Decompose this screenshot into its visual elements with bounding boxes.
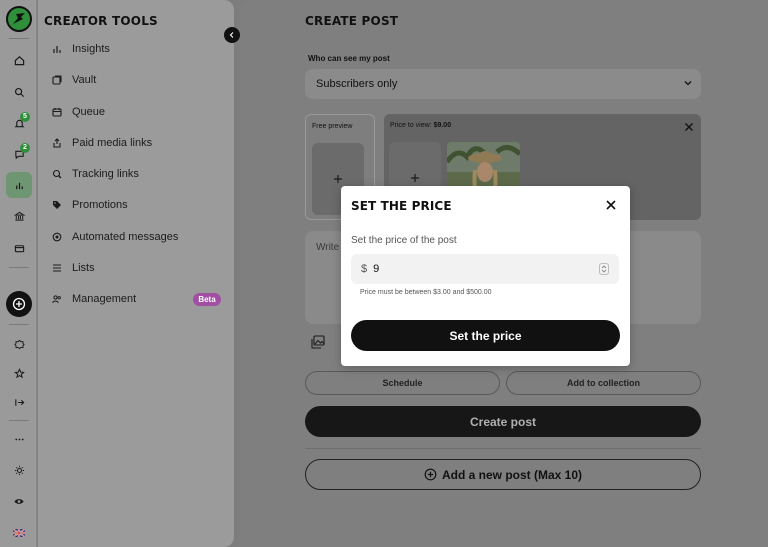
menu-item-label: Lists (72, 262, 95, 274)
menu-item-vault[interactable]: Vault (51, 70, 96, 90)
menu-item-paid-media-links[interactable]: Paid media links (51, 133, 152, 153)
messages-badge: 2 (20, 143, 30, 153)
stepper-icon[interactable] (599, 263, 609, 275)
eye-icon[interactable] (9, 491, 29, 511)
more-icon[interactable] (9, 429, 29, 449)
share-icon (51, 137, 63, 149)
page-title: CREATE POST (305, 14, 399, 28)
creator-tools-panel: CREATOR TOOLS Insights Vault Queue Paid … (38, 0, 234, 547)
beta-badge: Beta (193, 293, 221, 306)
tag-icon (51, 199, 63, 211)
tracking-link-icon (51, 168, 63, 180)
price-hint: Price must be between $3.00 and $500.00 (360, 289, 492, 296)
rail-divider (9, 38, 29, 39)
audience-label: Who can see my post (308, 54, 390, 63)
card-icon[interactable] (9, 238, 29, 258)
rail-divider (9, 324, 29, 325)
menu-item-automated-messages[interactable]: Automated messages (51, 227, 178, 247)
plus-icon (411, 174, 419, 182)
plus-icon (334, 175, 342, 183)
price-input[interactable]: $ 9 (351, 254, 619, 284)
nav-rail: 5 2 (0, 0, 37, 547)
close-icon[interactable] (684, 122, 694, 132)
menu-item-label: Insights (72, 43, 110, 55)
chevron-left-icon (229, 32, 234, 38)
divider (305, 448, 701, 449)
menu-item-label: Tracking links (72, 168, 139, 180)
price-input-value: 9 (373, 263, 380, 275)
menu-item-label: Paid media links (72, 137, 153, 149)
price-to-view: Price to view: $9.00 (390, 122, 451, 129)
panel-title: CREATOR TOOLS (44, 14, 158, 28)
audience-select[interactable]: Subscribers only (305, 69, 701, 99)
home-icon[interactable] (9, 50, 29, 70)
free-preview-label: Free preview (312, 123, 353, 130)
team-icon (51, 293, 63, 305)
menu-item-management[interactable]: Management (51, 289, 136, 309)
logout-icon[interactable] (9, 392, 29, 412)
rail-divider (9, 267, 29, 268)
menu-item-tracking-links[interactable]: Tracking links (51, 164, 139, 184)
menu-item-label: Automated messages (72, 231, 179, 243)
menu-item-label: Vault (72, 74, 97, 86)
menu-item-promotions[interactable]: Promotions (51, 195, 128, 215)
add-new-icon[interactable] (6, 291, 32, 317)
menu-item-label: Queue (72, 106, 106, 118)
currency-symbol: $ (361, 263, 368, 275)
add-new-post-label: Add a new post (Max 10) (441, 467, 583, 482)
creator-tools-icon[interactable] (6, 172, 32, 198)
menu-item-lists[interactable]: Lists (51, 258, 95, 278)
modal-title: SET THE PRICE (351, 199, 452, 213)
collapse-panel-button[interactable] (224, 27, 240, 43)
post-text-placeholder: Write (316, 242, 340, 253)
add-to-collection-button[interactable]: Add to collection (506, 371, 701, 395)
menu-item-label: Management (72, 293, 137, 305)
plus-circle-icon (424, 468, 437, 481)
close-icon[interactable] (606, 200, 616, 210)
list-icon (51, 262, 63, 274)
vault-icon (51, 74, 63, 86)
price-field-label: Set the price of the post (351, 235, 457, 246)
price-label: Price to view: (390, 122, 432, 129)
auto-message-icon (51, 231, 63, 243)
menu-item-insights[interactable]: Insights (51, 39, 110, 59)
search-icon[interactable] (9, 82, 29, 102)
gallery-icon[interactable] (311, 335, 325, 349)
price-value: $9.00 (433, 122, 452, 129)
audience-selected-value: Subscribers only (316, 78, 398, 90)
rail-divider (9, 420, 29, 421)
create-post-button[interactable]: Create post (305, 406, 701, 437)
notifications-badge: 5 (20, 112, 30, 122)
calendar-icon (51, 106, 63, 118)
add-new-post-button[interactable]: Add a new post (Max 10) (305, 459, 701, 490)
bar-chart-icon (51, 43, 63, 55)
menu-item-queue[interactable]: Queue (51, 102, 105, 122)
bank-icon[interactable] (9, 206, 29, 226)
set-price-button[interactable]: Set the price (351, 320, 620, 351)
chevron-down-icon (684, 81, 692, 86)
star-icon[interactable] (9, 363, 29, 383)
logo[interactable] (6, 6, 32, 32)
menu-item-label: Promotions (72, 199, 128, 211)
flag-uk-icon[interactable] (9, 523, 29, 543)
set-price-modal: SET THE PRICE Set the price of the post … (341, 186, 630, 366)
badge-icon[interactable] (9, 334, 29, 354)
sun-icon[interactable] (9, 460, 29, 480)
schedule-button[interactable]: Schedule (305, 371, 500, 395)
